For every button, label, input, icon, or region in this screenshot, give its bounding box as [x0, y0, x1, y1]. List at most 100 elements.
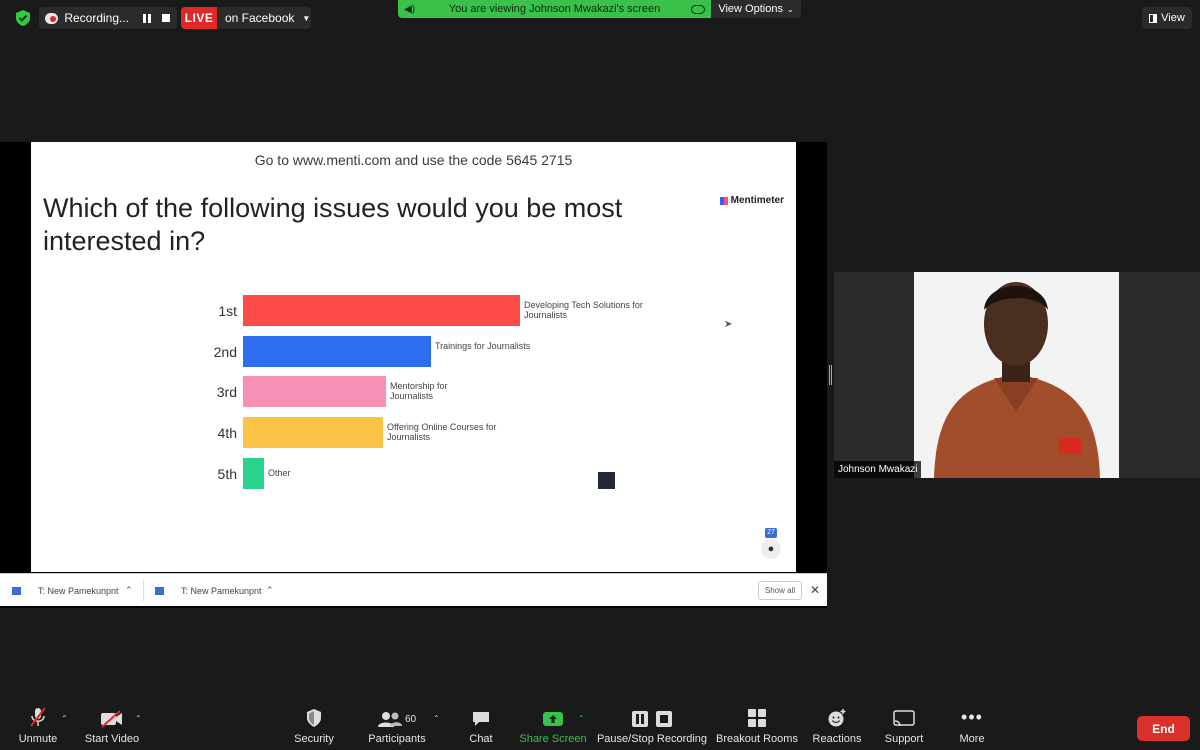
- chart-row: 4th Offering Online Courses for Journalis…: [31, 417, 796, 449]
- overlay-square: [598, 472, 615, 489]
- rank-label: 1st: [218, 303, 237, 319]
- share-screen-button[interactable]: Share Screen: [518, 704, 588, 750]
- close-icon[interactable]: ✕: [810, 583, 820, 597]
- rank-label: 5th: [217, 465, 237, 482]
- download-item-label: T: New Pamekunpnt: [181, 585, 262, 596]
- reactions-button[interactable]: Reactions: [812, 704, 862, 750]
- view-button[interactable]: View: [1142, 7, 1192, 29]
- reactions-label: Reactions: [812, 733, 862, 745]
- security-label: Security: [294, 733, 334, 745]
- cloud-recording-icon: [45, 12, 59, 24]
- live-target-label: on Facebook: [225, 11, 295, 25]
- support-button[interactable]: Support: [882, 704, 926, 750]
- chart-row: 5th Other: [31, 457, 796, 490]
- stop-recording-button[interactable]: [158, 9, 173, 27]
- participant-video-image: [914, 272, 1119, 478]
- end-meeting-button[interactable]: End: [1137, 716, 1190, 741]
- unmute-button[interactable]: Unmute: [14, 704, 62, 750]
- breakout-rooms-label: Breakout Rooms: [716, 733, 798, 745]
- bar-option-label: Trainings for Journalists: [435, 340, 531, 351]
- file-icon: [12, 586, 21, 595]
- mentimeter-brand: Mentimeter: [730, 195, 784, 206]
- more-button[interactable]: ••• More: [952, 704, 992, 750]
- recording-label: Recording...: [64, 11, 130, 25]
- support-label: Support: [884, 733, 924, 745]
- stop-icon: [656, 711, 672, 727]
- security-button[interactable]: Security: [292, 704, 336, 750]
- view-label: View: [1161, 12, 1185, 24]
- video-camera-off-icon: [101, 710, 122, 728]
- stop-icon: [161, 14, 170, 22]
- view-options-button[interactable]: View Options ⌄: [711, 0, 801, 18]
- audio-options-caret-icon[interactable]: ⌃: [61, 714, 68, 723]
- more-dots-icon: •••: [961, 706, 983, 727]
- download-item[interactable]: T: New Pamekunpnt: [155, 574, 262, 607]
- bar-option-label: Offering Online Courses for Journalists: [387, 422, 497, 443]
- rank-label: 3rd: [216, 384, 237, 401]
- video-options-caret-icon[interactable]: ⌃: [135, 714, 142, 723]
- panel-splitter-handle[interactable]: [829, 365, 832, 385]
- file-icon: [155, 586, 164, 595]
- divider: [143, 580, 144, 601]
- shield-icon: [307, 709, 321, 727]
- chat-label: Chat: [469, 733, 493, 745]
- breakout-rooms-button[interactable]: Breakout Rooms: [716, 704, 798, 750]
- show-all-button[interactable]: Show all: [758, 581, 802, 600]
- mentimeter-slide: Go to www.menti.com and use the code 564…: [31, 142, 796, 572]
- participant-portrait: [914, 272, 1119, 478]
- chart-row: 2nd Trainings for Journalists: [31, 335, 796, 368]
- chevron-down-icon[interactable]: ▼: [302, 14, 310, 23]
- chevron-up-icon[interactable]: ⌃: [266, 585, 274, 596]
- start-video-button[interactable]: Start Video: [82, 704, 142, 750]
- bar-option-label: Mentorship for Journalists: [390, 381, 448, 402]
- pause-stop-recording-button[interactable]: Pause/Stop Recording: [597, 704, 707, 750]
- speaker-icon: ◀): [404, 3, 416, 15]
- rank-label: 2nd: [213, 343, 237, 360]
- audience-count-badge: 27: [765, 528, 777, 538]
- more-label: More: [959, 733, 985, 745]
- chart-row: 3rd Mentorship for Journalists: [31, 376, 796, 408]
- participants-count: 60: [404, 713, 417, 725]
- chart-bar: [243, 295, 520, 326]
- live-badge: LIVE: [181, 7, 217, 29]
- cloud-icon: [691, 4, 705, 14]
- chevron-up-icon[interactable]: ⌃: [125, 585, 133, 596]
- mouse-cursor-icon: ➤: [724, 319, 733, 330]
- chart-bar: [243, 417, 383, 449]
- pause-stop-recording-label: Pause/Stop Recording: [596, 733, 708, 745]
- live-stream-indicator[interactable]: LIVE on Facebook ▼: [181, 7, 311, 29]
- viewing-screen-banner: ◀) You are viewing Johnson Mwakazi's scr…: [398, 0, 711, 18]
- download-item-label: T: New Pamekunpnt: [38, 585, 119, 596]
- reaction-smiley-icon: [828, 709, 846, 727]
- participant-name-label: Johnson Mwakazi: [834, 461, 922, 478]
- microphone-muted-icon: [30, 707, 46, 727]
- chart-bar: [243, 376, 386, 408]
- pause-icon: [142, 13, 151, 23]
- mentimeter-logo: Mentimeter: [719, 195, 784, 206]
- participants-button[interactable]: 60 Participants: [367, 704, 427, 750]
- cast-screen-icon: [893, 710, 915, 727]
- share-options-caret-icon[interactable]: ⌃: [578, 714, 585, 723]
- participants-label: Participants: [368, 733, 426, 745]
- chart-bar: [243, 457, 264, 489]
- participants-icon: [377, 712, 402, 727]
- breakout-rooms-icon: [748, 709, 766, 727]
- rank-label: 4th: [217, 425, 237, 442]
- participants-caret-icon[interactable]: ⌃: [433, 714, 440, 723]
- start-video-label: Start Video: [84, 733, 140, 745]
- recording-indicator[interactable]: Recording...: [39, 7, 177, 29]
- share-screen-icon: [543, 712, 563, 726]
- unmute-label: Unmute: [18, 733, 58, 745]
- chart-row: 1st Developing Tech Solutions for Journal…: [31, 295, 796, 327]
- view-layout-icon: [1149, 13, 1158, 23]
- pause-icon: [632, 711, 648, 727]
- view-options-label: View Options: [718, 3, 783, 15]
- pause-recording-button[interactable]: [139, 9, 154, 27]
- mentimeter-logo-icon: [719, 196, 728, 205]
- security-shield-icon: [16, 10, 30, 26]
- chat-button[interactable]: Chat: [465, 704, 497, 750]
- bar-option-label: Other: [268, 467, 291, 478]
- chart-bar: [243, 335, 431, 367]
- download-item[interactable]: T: New Pamekunpnt: [12, 574, 119, 607]
- meeting-toolbar: Unmute ⌃ Start Video ⌃ Security 60 Parti…: [0, 704, 1200, 750]
